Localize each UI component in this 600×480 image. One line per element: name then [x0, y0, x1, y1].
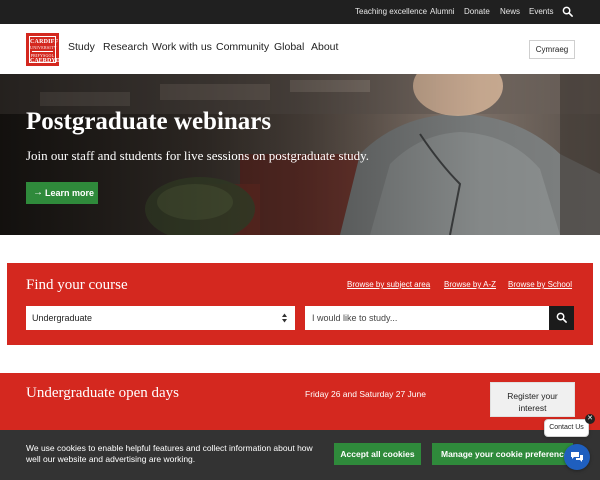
nav-item-global[interactable]: Global [274, 41, 304, 53]
search-icon [556, 312, 567, 323]
hero-title: Postgraduate webinars [26, 108, 272, 135]
main-header: CARDIFF UNIVERSITY PRIFYSGOL CAERDYD Stu… [0, 24, 600, 74]
browse-by-subject-link[interactable]: Browse by subject area [347, 280, 430, 289]
hero-subtitle: Join our staff and students for live ses… [26, 148, 370, 163]
open-days-banner: Undergraduate open days Friday 26 and Sa… [0, 373, 600, 433]
nav-item-research[interactable]: Research [103, 41, 148, 53]
contact-us-button[interactable]: Contact Us [544, 419, 589, 437]
register-interest-label: Register your interest [507, 390, 558, 413]
chat-icon [571, 452, 583, 462]
find-course-panel: Find your course Browse by subject area … [7, 263, 593, 345]
logo-text-university: UNIVERSITY [30, 45, 57, 50]
close-icon[interactable]: ✕ [585, 414, 595, 424]
study-level-select[interactable]: Undergraduate [26, 306, 295, 330]
logo-frame: CARDIFF UNIVERSITY PRIFYSGOL CAERDYD [29, 36, 60, 64]
browse-by-az-link[interactable]: Browse by A-Z [444, 280, 496, 289]
nav-item-community[interactable]: Community [216, 41, 269, 53]
register-interest-button[interactable]: Register your interest [490, 382, 575, 417]
utility-link-donate[interactable]: Donate [464, 7, 490, 16]
manage-cookies-button[interactable]: Manage your cookie preferences [432, 443, 573, 465]
open-days-title: Undergraduate open days [26, 385, 180, 401]
course-search-input[interactable] [305, 306, 549, 330]
learn-more-label: Learn more [45, 188, 95, 198]
utility-link-news[interactable]: News [500, 7, 520, 16]
hero-banner: Postgraduate webinars Join our staff and… [0, 74, 600, 235]
learn-more-button[interactable]: → Learn more [26, 182, 98, 204]
cookie-message: We use cookies to enable helpful feature… [26, 443, 313, 464]
utility-link-events[interactable]: Events [529, 7, 553, 16]
utility-link-teaching-excellence[interactable]: Teaching excellence [355, 7, 427, 16]
nav-item-work-with-us[interactable]: Work with us [152, 41, 212, 53]
arrow-right-icon: → [33, 187, 43, 198]
search-icon[interactable] [562, 6, 573, 17]
select-caret-icon [282, 313, 287, 323]
logo-divider [32, 51, 53, 52]
open-days-date: Friday 26 and Saturday 27 June [305, 389, 426, 399]
accept-cookies-button[interactable]: Accept all cookies [334, 443, 421, 465]
logo-text-caerdydd: CAERDYD [30, 58, 60, 64]
nav-item-study[interactable]: Study [68, 41, 95, 53]
utility-link-alumni[interactable]: Alumni [430, 7, 454, 16]
university-logo[interactable]: CARDIFF UNIVERSITY PRIFYSGOL CAERDYD [26, 33, 60, 66]
nav-item-about[interactable]: About [311, 41, 338, 53]
find-course-title: Find your course [26, 277, 128, 293]
cookie-banner: We use cookies to enable helpful feature… [0, 430, 600, 480]
utility-bar: Teaching excellence Alumni Donate News E… [0, 0, 600, 24]
chat-launcher-button[interactable] [564, 444, 590, 470]
study-level-value: Undergraduate [32, 313, 93, 323]
browse-by-school-link[interactable]: Browse by School [508, 280, 572, 289]
course-search-button[interactable] [549, 306, 574, 330]
language-toggle-button[interactable]: Cymraeg [529, 40, 575, 59]
